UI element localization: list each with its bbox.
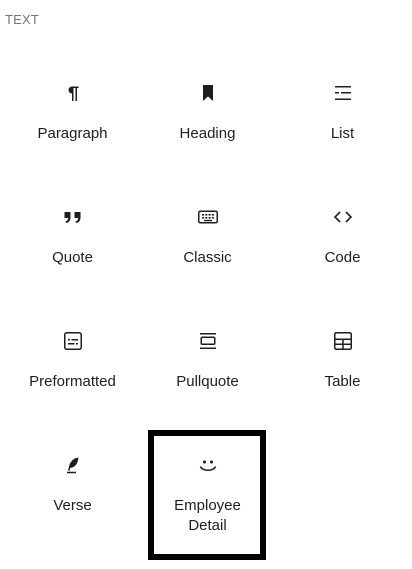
block-label: Paragraph	[37, 125, 108, 142]
keyboard-icon	[196, 205, 220, 229]
block-label: Quote	[52, 249, 93, 266]
block-label: Table	[324, 373, 361, 390]
smiley-icon	[196, 453, 220, 477]
block-label: Preformatted	[29, 373, 116, 390]
pullquote-icon	[196, 329, 220, 353]
quote-icon	[61, 205, 85, 229]
block-preformatted[interactable]: Preformatted	[5, 304, 140, 428]
block-grid: Paragraph Heading List Quote Classic Cod…	[5, 56, 410, 560]
code-icon	[331, 205, 355, 229]
block-label: List	[330, 125, 355, 142]
feather-icon	[61, 453, 85, 477]
block-pullquote[interactable]: Pullquote	[140, 304, 275, 428]
block-code[interactable]: Code	[275, 180, 410, 304]
block-label: Employee Detail	[174, 497, 241, 534]
bookmark-icon	[196, 81, 220, 105]
block-table[interactable]: Table	[275, 304, 410, 428]
block-employee-detail[interactable]: Employee Detail	[140, 428, 275, 560]
preformatted-icon	[61, 329, 85, 353]
list-icon	[331, 81, 355, 105]
block-label: Verse	[53, 497, 92, 514]
block-label: Heading	[179, 125, 236, 142]
block-label: Pullquote	[176, 373, 239, 390]
block-heading[interactable]: Heading	[140, 56, 275, 180]
block-verse[interactable]: Verse	[5, 428, 140, 552]
block-quote[interactable]: Quote	[5, 180, 140, 304]
block-list[interactable]: List	[275, 56, 410, 180]
block-paragraph[interactable]: Paragraph	[5, 56, 140, 180]
paragraph-icon	[61, 81, 85, 105]
block-label: Code	[324, 249, 361, 266]
block-label: Classic	[183, 249, 232, 266]
table-icon	[331, 329, 355, 353]
section-title-text: TEXT	[5, 12, 40, 27]
block-classic[interactable]: Classic	[140, 180, 275, 304]
